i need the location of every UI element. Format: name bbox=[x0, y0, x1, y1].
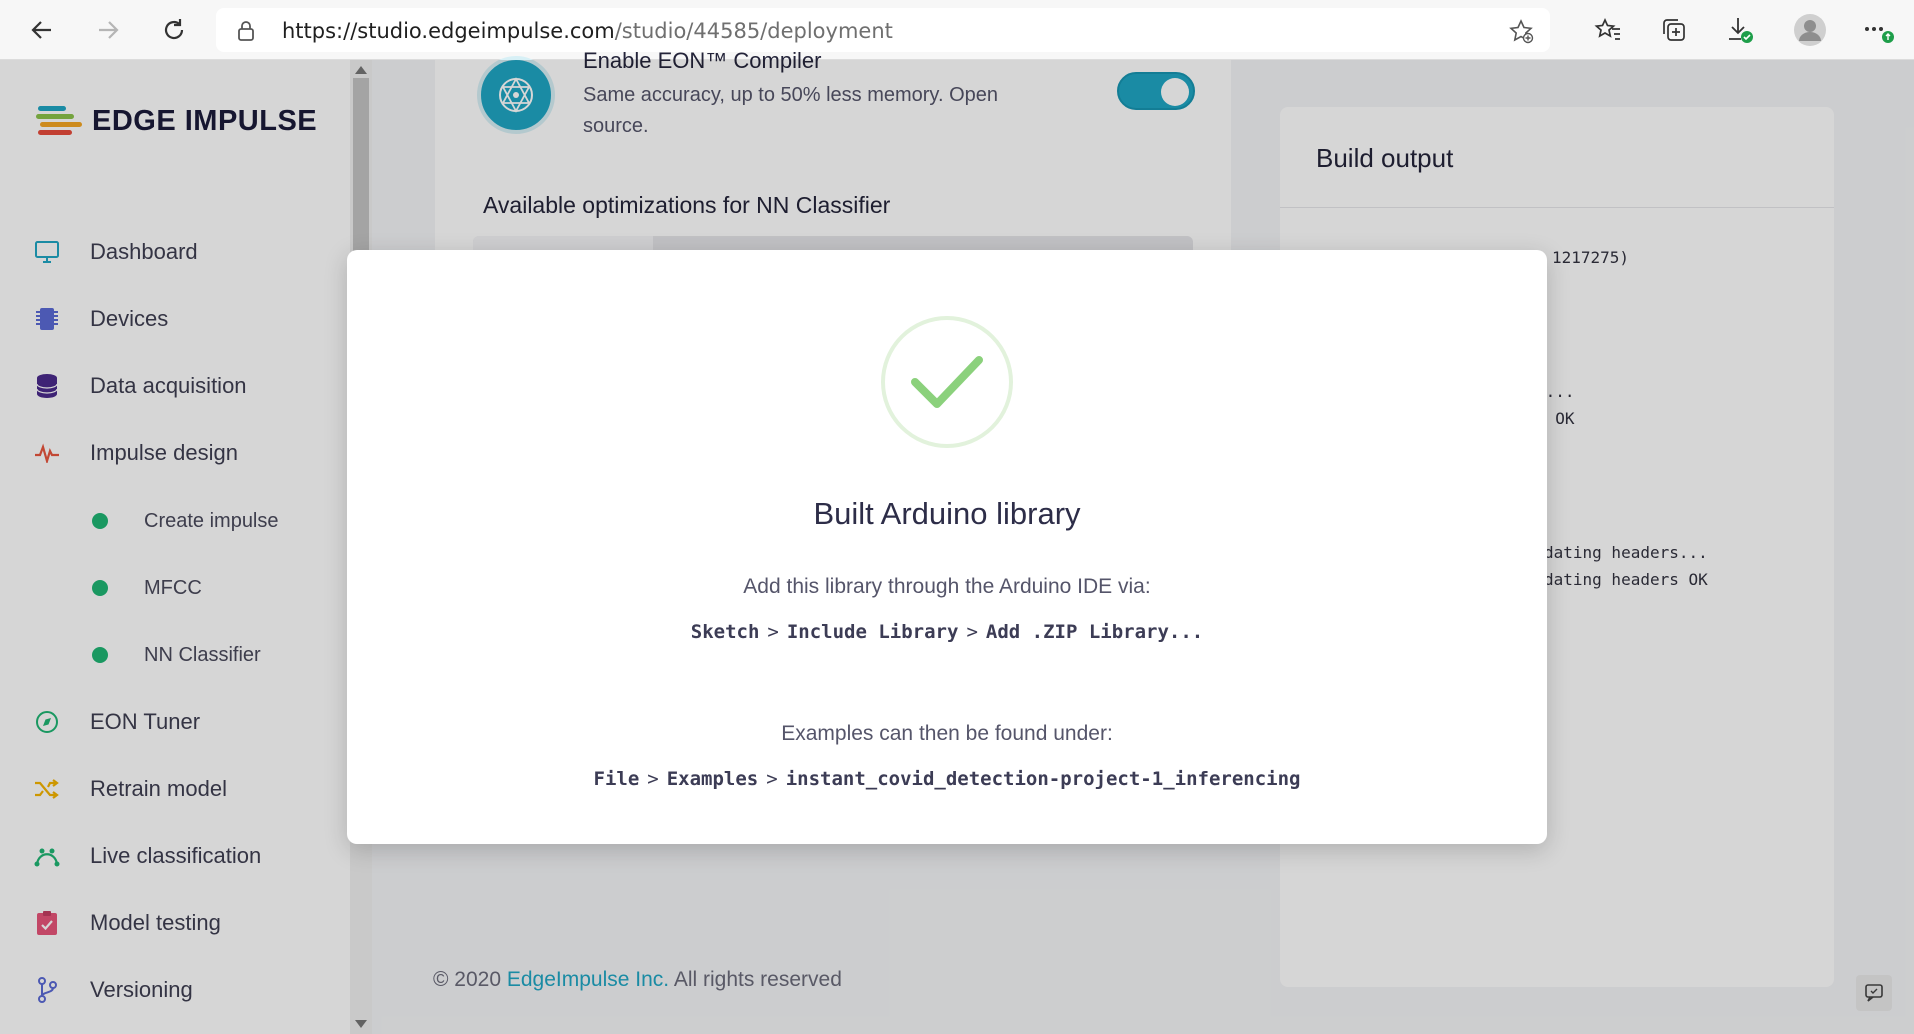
menu-path-part: instant_covid_detection-project-1_infere… bbox=[785, 768, 1301, 790]
url-text: https://studio.edgeimpulse.com/studio/44… bbox=[282, 19, 893, 43]
download-icon bbox=[1729, 18, 1753, 43]
menu-path-part: Include Library bbox=[786, 621, 959, 643]
success-check-icon bbox=[881, 316, 1013, 448]
menu-path-part: Sketch bbox=[690, 621, 760, 643]
forward-button[interactable] bbox=[90, 12, 126, 48]
url-host: https://studio.edgeimpulse.com bbox=[282, 19, 615, 43]
avatar-icon bbox=[1794, 14, 1826, 46]
modal-instruction: Add this library through the Arduino IDE… bbox=[743, 575, 1151, 598]
examples-menu-path: File > Examples > instant_covid_detection-pr… bbox=[347, 768, 1547, 790]
menu-path-part: Examples bbox=[666, 768, 759, 790]
reload-icon bbox=[164, 19, 184, 40]
build-success-modal: Built Arduino library Add this library t… bbox=[347, 250, 1547, 844]
menu-path-part: File bbox=[593, 768, 640, 790]
menu-path-part: Add .ZIP Library... bbox=[985, 621, 1204, 643]
add-favorite-icon[interactable] bbox=[1508, 18, 1534, 44]
collections-button[interactable] bbox=[1656, 12, 1692, 48]
path-separator: > bbox=[647, 768, 659, 790]
path-separator: > bbox=[766, 768, 778, 790]
arrow-right-icon bbox=[99, 21, 119, 39]
url-path: /studio/44585/deployment bbox=[614, 19, 893, 43]
settings-more-button[interactable] bbox=[1860, 12, 1896, 48]
favorites-icon bbox=[1594, 17, 1620, 40]
profile-button[interactable] bbox=[1792, 12, 1828, 48]
more-icon bbox=[1865, 27, 1894, 43]
favorites-button[interactable] bbox=[1590, 12, 1626, 48]
lock-icon bbox=[238, 21, 254, 41]
path-separator: > bbox=[966, 621, 978, 643]
path-separator: > bbox=[767, 621, 779, 643]
modal-title: Built Arduino library bbox=[813, 496, 1081, 531]
reload-button[interactable] bbox=[156, 12, 192, 48]
arrow-left-icon bbox=[31, 21, 51, 39]
downloads-button[interactable] bbox=[1722, 12, 1758, 48]
browser-toolbar: https://studio.edgeimpulse.com/studio/44… bbox=[0, 0, 1914, 60]
back-button[interactable] bbox=[24, 12, 60, 48]
arduino-menu-path: Sketch > Include Library > Add .ZIP Library.… bbox=[347, 621, 1547, 643]
collections-icon bbox=[1663, 19, 1685, 41]
address-bar[interactable]: https://studio.edgeimpulse.com/studio/44… bbox=[216, 8, 1550, 52]
modal-examples-text: Examples can then be found under: bbox=[781, 722, 1113, 745]
